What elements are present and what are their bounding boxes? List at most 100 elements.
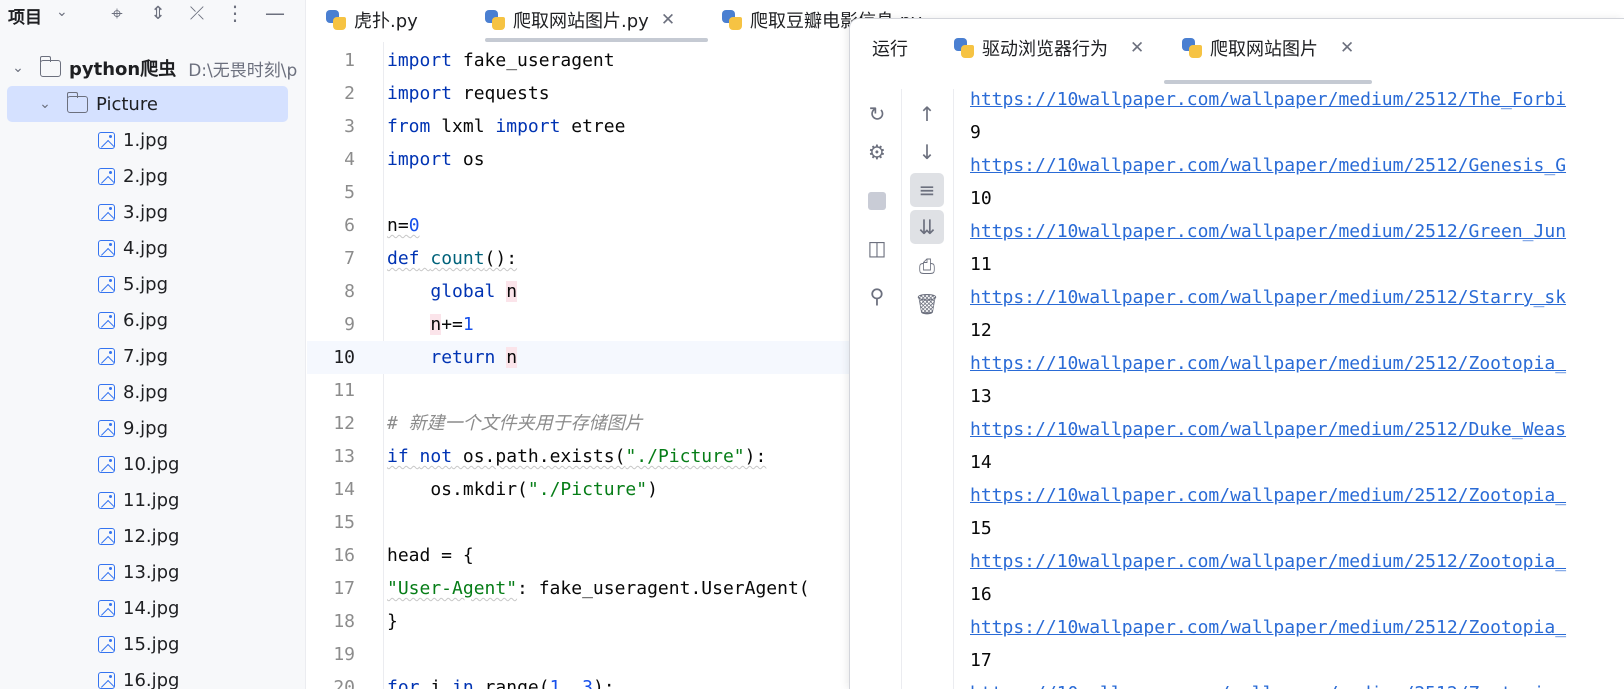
chevron-down-icon[interactable]: ⌄ <box>56 4 68 20</box>
tab-crawl-images[interactable]: 爬取网站图片.py ✕ <box>485 0 675 40</box>
console-link[interactable]: https://10wallpaper.com/wallpaper/medium… <box>970 479 1566 512</box>
file-item[interactable]: 14.jpg <box>0 590 305 626</box>
code-line[interactable]: 17 "User-Agent": fake_useragent.UserAgent… <box>307 572 852 605</box>
code-line[interactable]: 15 <box>307 506 852 539</box>
console-link[interactable]: https://10wallpaper.com/wallpaper/medium… <box>970 413 1566 446</box>
file-item[interactable]: 5.jpg <box>0 266 305 302</box>
file-item[interactable]: 3.jpg <box>0 194 305 230</box>
image-file-icon <box>98 275 115 293</box>
run-tab-browser-driver[interactable]: 驱动浏览器行为 ✕ <box>954 33 1144 63</box>
console-link[interactable]: https://10wallpaper.com/wallpaper/medium… <box>970 347 1566 380</box>
image-file-icon <box>98 239 115 257</box>
console-link[interactable]: https://10wallpaper.com/wallpaper/medium… <box>970 545 1566 578</box>
image-file-icon <box>98 347 115 365</box>
code-line[interactable]: 7 def count(): <box>307 242 852 275</box>
tree-root[interactable]: ⌄ python爬虫 D:\无畏时刻\p <box>0 50 305 86</box>
down-arrow-icon[interactable]: ↓ <box>910 135 944 169</box>
console-line: 13 <box>970 386 992 407</box>
image-file-icon <box>98 455 115 473</box>
trash-icon[interactable]: 🗑 <box>910 287 944 321</box>
file-item[interactable]: 15.jpg <box>0 626 305 662</box>
code-line[interactable]: 19 <box>307 638 852 671</box>
console-line: 11 <box>970 254 992 275</box>
more-icon[interactable]: ⋮ <box>222 0 248 26</box>
console-link[interactable]: https://10wallpaper.com/wallpaper/medium… <box>970 149 1566 182</box>
code-line[interactable]: 4 import os <box>307 143 852 176</box>
console-link[interactable]: https://10wallpaper.com/wallpaper/medium… <box>970 281 1566 314</box>
file-item[interactable]: 16.jpg <box>0 662 305 689</box>
up-arrow-icon[interactable]: ↑ <box>910 97 944 131</box>
run-tab-crawl-images[interactable]: 爬取网站图片 ✕ <box>1182 33 1354 63</box>
crosshair-icon[interactable]: ⌖ <box>104 0 130 26</box>
rerun-icon[interactable]: ↻ <box>860 97 894 131</box>
code-line-current[interactable]: 10 return n <box>307 341 852 374</box>
code-line[interactable]: 3 from lxml import etree <box>307 110 852 143</box>
file-item[interactable]: 9.jpg <box>0 410 305 446</box>
chevron-down-icon[interactable]: ⌄ <box>10 60 26 76</box>
tab-hupu[interactable]: 虎扑.py <box>326 0 418 40</box>
pin-icon[interactable]: ⚲ <box>860 279 894 313</box>
folder-icon <box>39 55 61 77</box>
file-label: 6.jpg <box>123 309 169 331</box>
expand-collapse-icon[interactable]: ⇕ <box>145 0 171 26</box>
scroll-to-end-icon[interactable]: ⇊ <box>910 210 944 244</box>
settings-icon[interactable]: ⚙ <box>860 135 894 169</box>
image-file-icon <box>98 527 115 545</box>
code-line[interactable]: 1 import fake_useragent <box>307 44 852 77</box>
run-toolbar: ↻ ⚙ ◫ ⚲ ↑ ↓ ≡ ⇊ ⎙ 🗑 <box>850 89 954 689</box>
file-item[interactable]: 8.jpg <box>0 374 305 410</box>
file-item[interactable]: 11.jpg <box>0 482 305 518</box>
file-label: 11.jpg <box>123 489 180 511</box>
code-line[interactable]: 11 <box>307 374 852 407</box>
code-line[interactable]: 5 <box>307 176 852 209</box>
print-icon[interactable]: ⎙ <box>910 249 944 283</box>
chevron-down-icon[interactable]: ⌄ <box>37 96 53 112</box>
python-file-icon <box>326 10 346 30</box>
image-file-icon <box>98 671 115 689</box>
code-line[interactable]: 13 if not os.path.exists("./Picture"): <box>307 440 852 473</box>
stop-icon[interactable] <box>860 184 894 218</box>
code-line[interactable]: 2 import requests <box>307 77 852 110</box>
console-link[interactable]: https://10wallpaper.com/wallpaper/medium… <box>970 215 1566 248</box>
file-label: 13.jpg <box>123 561 180 583</box>
run-console-output[interactable]: https://10wallpaper.com/wallpaper/medium… <box>970 89 1624 689</box>
console-link[interactable]: https://10wallpaper.com/wallpaper/medium… <box>970 89 1566 116</box>
file-label: 8.jpg <box>123 381 169 403</box>
file-item[interactable]: 6.jpg <box>0 302 305 338</box>
python-file-icon <box>722 10 742 30</box>
code-line[interactable]: 9 n+=1 <box>307 308 852 341</box>
minimize-icon[interactable]: — <box>262 0 288 26</box>
code-editor[interactable]: 1 import fake_useragent 2 import requests … <box>307 42 852 689</box>
file-label: 16.jpg <box>123 669 180 689</box>
layout-icon[interactable]: ◫ <box>860 231 894 265</box>
code-line[interactable]: 12 # 新建一个文件夹用于存储图片 <box>307 407 852 440</box>
code-line[interactable]: 18} <box>307 605 852 638</box>
code-line[interactable]: 16 head = { <box>307 539 852 572</box>
close-icon[interactable]: ✕ <box>661 10 675 30</box>
soft-wrap-icon[interactable]: ≡ <box>910 173 944 207</box>
code-line[interactable]: 20 for i in range(1, 3): <box>307 671 852 689</box>
project-title[interactable]: 项目 <box>8 3 42 28</box>
file-item[interactable]: 13.jpg <box>0 554 305 590</box>
run-tab-label: 爬取网站图片 <box>1210 39 1318 60</box>
run-tool-window: 运行 驱动浏览器行为 ✕ 爬取网站图片 ✕ ↻ ⚙ ◫ ⚲ ↑ ↓ ≡ ⇊ ⎙ … <box>849 18 1624 689</box>
file-item[interactable]: 7.jpg <box>0 338 305 374</box>
code-line[interactable]: 6 n=0 <box>307 209 852 242</box>
file-label: 5.jpg <box>123 273 169 295</box>
file-label: 1.jpg <box>123 129 169 151</box>
file-item[interactable]: 4.jpg <box>0 230 305 266</box>
close-icon[interactable]: ✕ <box>1340 38 1354 58</box>
file-label: 9.jpg <box>123 417 169 439</box>
console-link[interactable]: https://10wallpaper.com/wallpaper/medium… <box>970 677 1566 689</box>
console-link[interactable]: https://10wallpaper.com/wallpaper/medium… <box>970 611 1566 644</box>
code-line[interactable]: 14 os.mkdir("./Picture") <box>307 473 852 506</box>
file-item[interactable]: 2.jpg <box>0 158 305 194</box>
tree-folder-picture[interactable]: ⌄ Picture <box>7 86 288 122</box>
file-item[interactable]: 10.jpg <box>0 446 305 482</box>
file-item[interactable]: 12.jpg <box>0 518 305 554</box>
code-line[interactable]: 8 global n <box>307 275 852 308</box>
console-line: 17 <box>970 650 992 671</box>
close-icon[interactable]: ✕ <box>1130 38 1144 58</box>
file-item[interactable]: 1.jpg <box>0 122 305 158</box>
collapse-all-icon[interactable]: ⤫ <box>184 0 210 26</box>
